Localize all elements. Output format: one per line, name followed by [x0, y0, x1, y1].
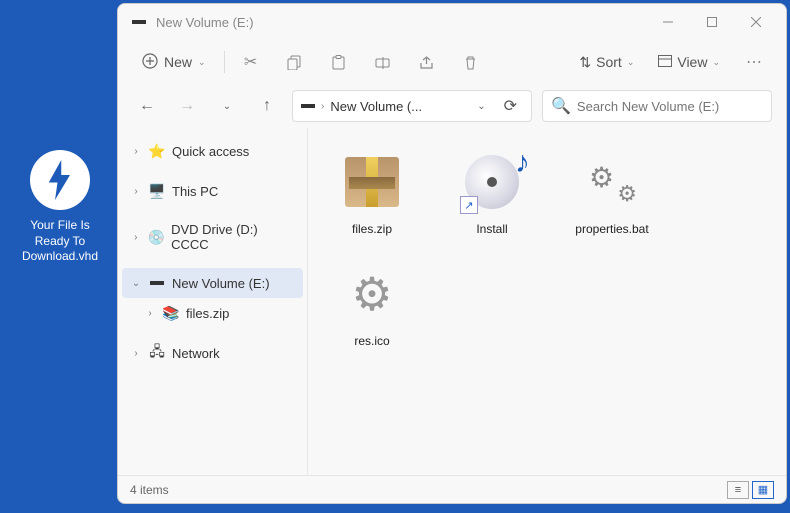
- search-icon: 🔍: [551, 96, 571, 116]
- file-label: files.zip: [324, 222, 420, 236]
- disc-music-icon: ♪ ↗: [458, 148, 526, 216]
- file-explorer-window: New Volume (E:) New ⌄ ✂ ⇅ Sort ⌄ View ⌄ …: [117, 3, 787, 504]
- delete-button[interactable]: [453, 46, 489, 78]
- new-button[interactable]: New ⌄: [132, 49, 216, 76]
- rename-button[interactable]: [365, 46, 401, 78]
- recent-button[interactable]: ⌄: [212, 91, 242, 121]
- new-button-label: New: [164, 54, 192, 70]
- sort-icon: ⇅: [579, 54, 591, 71]
- window-title: New Volume (E:): [156, 15, 646, 30]
- sidebar-item-label: Quick access: [172, 144, 249, 159]
- sidebar-item-label: files.zip: [186, 306, 229, 321]
- icons-view-toggle[interactable]: ▦: [752, 481, 774, 499]
- disc-icon: 💿: [148, 228, 165, 246]
- sidebar-item-quick-access[interactable]: › ⭐ Quick access: [122, 136, 303, 166]
- copy-button[interactable]: [277, 46, 313, 78]
- drive-icon: [301, 104, 315, 108]
- minimize-button[interactable]: [646, 7, 690, 37]
- plus-circle-icon: [142, 53, 158, 72]
- maximize-button[interactable]: [690, 7, 734, 37]
- more-button[interactable]: ⋯: [736, 46, 772, 78]
- drive-icon: [148, 274, 166, 292]
- gear-icon: ⚙: [338, 260, 406, 328]
- toolbar: New ⌄ ✂ ⇅ Sort ⌄ View ⌄ ⋯: [118, 40, 786, 84]
- address-bar[interactable]: › New Volume (... ⌄ ⟳: [292, 90, 532, 122]
- address-bar-row: ← → ⌄ ↑ › New Volume (... ⌄ ⟳ 🔍: [118, 84, 786, 128]
- view-label: View: [677, 54, 707, 70]
- sidebar-item-label: Network: [172, 346, 220, 361]
- sidebar-item-new-volume[interactable]: ⌄ New Volume (E:): [122, 268, 303, 298]
- cut-button[interactable]: ✂: [233, 46, 269, 78]
- forward-button[interactable]: →: [172, 91, 202, 121]
- file-label: properties.bat: [564, 222, 660, 236]
- file-install[interactable]: ♪ ↗ Install: [442, 142, 542, 242]
- chevron-right-icon: ›: [130, 146, 142, 157]
- chevron-right-icon: ›: [130, 232, 142, 243]
- gears-icon: ⚙⚙: [578, 148, 646, 216]
- sidebar-item-label: This PC: [172, 184, 218, 199]
- monitor-icon: 🖥️: [148, 182, 166, 200]
- sidebar-item-this-pc[interactable]: › 🖥️ This PC: [122, 176, 303, 206]
- back-button[interactable]: ←: [132, 91, 162, 121]
- sidebar-item-files-zip[interactable]: › 📚 files.zip: [122, 298, 303, 328]
- status-count: 4 items: [130, 483, 169, 497]
- titlebar[interactable]: New Volume (E:): [118, 4, 786, 40]
- file-label: Install: [444, 222, 540, 236]
- chevron-down-icon: ⌄: [198, 57, 206, 68]
- file-files-zip[interactable]: files.zip: [322, 142, 422, 242]
- archive-icon: [338, 148, 406, 216]
- star-icon: ⭐: [148, 142, 166, 160]
- lightning-icon: [30, 150, 90, 210]
- sidebar-item-network[interactable]: › 🖧 Network: [122, 338, 303, 368]
- network-icon: 🖧: [148, 344, 166, 362]
- chevron-right-icon: ›: [130, 348, 142, 359]
- divider: [224, 51, 225, 73]
- sidebar-item-label: New Volume (E:): [172, 276, 270, 291]
- desktop-shortcut-label: Your File Is Ready To Download.vhd: [20, 218, 100, 265]
- chevron-right-icon: ›: [144, 308, 156, 319]
- statusbar: 4 items ≡ ▦: [118, 475, 786, 503]
- file-res-ico[interactable]: ⚙ res.ico: [322, 254, 422, 354]
- navigation-tree: › ⭐ Quick access › 🖥️ This PC › 💿 DVD Dr…: [118, 128, 308, 475]
- view-icon: [658, 54, 672, 70]
- drive-icon: [132, 20, 146, 24]
- details-view-toggle[interactable]: ≡: [727, 481, 749, 499]
- address-text: New Volume (...: [330, 99, 465, 114]
- close-button[interactable]: [734, 7, 778, 37]
- chevron-down-icon: ⌄: [130, 278, 142, 289]
- share-button[interactable]: [409, 46, 445, 78]
- search-input[interactable]: [577, 99, 763, 114]
- up-button[interactable]: ↑: [252, 91, 282, 121]
- file-label: res.ico: [324, 334, 420, 348]
- archive-icon: 📚: [162, 304, 180, 322]
- chevron-right-icon: ›: [321, 101, 324, 112]
- sidebar-item-dvd-drive[interactable]: › 💿 DVD Drive (D:) CCCC: [122, 216, 303, 258]
- address-dropdown[interactable]: ⌄: [471, 101, 491, 112]
- view-button[interactable]: View ⌄: [650, 50, 728, 74]
- chevron-down-icon: ⌄: [627, 57, 635, 68]
- chevron-down-icon: ⌄: [712, 57, 720, 68]
- shortcut-arrow-icon: ↗: [460, 196, 478, 214]
- chevron-right-icon: ›: [130, 186, 142, 197]
- sort-label: Sort: [596, 54, 622, 70]
- search-box[interactable]: 🔍: [542, 90, 772, 122]
- paste-button[interactable]: [321, 46, 357, 78]
- sidebar-item-label: DVD Drive (D:) CCCC: [171, 222, 295, 252]
- file-properties-bat[interactable]: ⚙⚙ properties.bat: [562, 142, 662, 242]
- file-list: files.zip ♪ ↗ Install ⚙⚙ properties.bat …: [308, 128, 786, 475]
- refresh-button[interactable]: ⟳: [498, 96, 523, 116]
- desktop-shortcut[interactable]: Your File Is Ready To Download.vhd: [20, 150, 100, 265]
- sort-button[interactable]: ⇅ Sort ⌄: [571, 50, 642, 75]
